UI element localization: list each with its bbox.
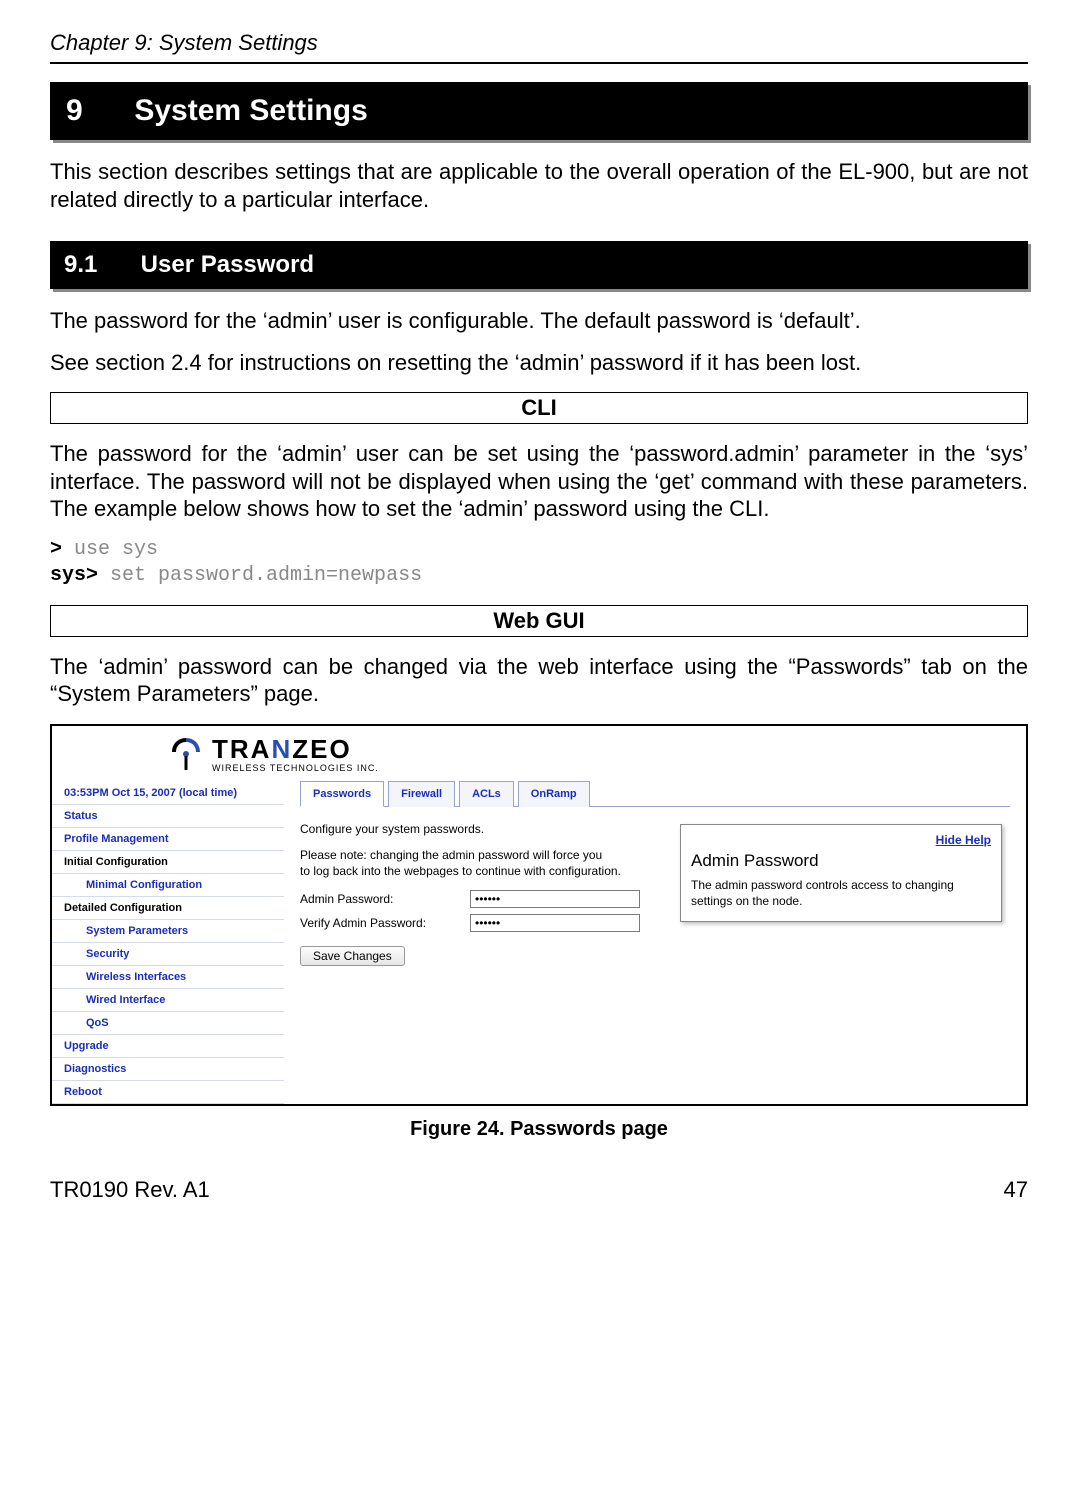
help-title: Admin Password [691, 851, 991, 871]
sidebar-item-minimal[interactable]: Minimal Configuration [52, 874, 284, 897]
logo-post: ZEO [292, 734, 351, 764]
sidebar-item-wireless[interactable]: Wireless Interfaces [52, 966, 284, 989]
save-changes-button[interactable]: Save Changes [300, 946, 405, 966]
sidebar-item-upgrade[interactable]: Upgrade [52, 1035, 284, 1058]
admin-password-label: Admin Password: [300, 892, 470, 906]
tranzeo-logo-icon [166, 734, 206, 774]
section-number: 9.1 [64, 251, 134, 279]
logo-mid: N [271, 734, 292, 764]
cli-command-1: use sys [62, 538, 158, 561]
note-line-1: Please note: changing the admin password… [300, 848, 602, 862]
sidebar-item-wired[interactable]: Wired Interface [52, 989, 284, 1012]
section-heading: 9.1 User Password [50, 241, 1028, 289]
sidebar-item-qos[interactable]: QoS [52, 1012, 284, 1035]
chapter-title: System Settings [134, 94, 367, 127]
cli-prompt-1: > [50, 538, 62, 561]
cli-example: > use sys sys> set password.admin=newpas… [50, 537, 1028, 589]
figure-caption: Figure 24. Passwords page [50, 1118, 1028, 1141]
cli-paragraph: The password for the ‘admin’ user can be… [50, 440, 1028, 523]
footer-right: 47 [1004, 1177, 1028, 1203]
tab-row: Passwords Firewall ACLs OnRamp [300, 780, 1010, 807]
footer-left: TR0190 Rev. A1 [50, 1177, 210, 1203]
tab-passwords[interactable]: Passwords [300, 781, 384, 807]
hide-help-link[interactable]: Hide Help [691, 833, 991, 847]
sidebar-head-detailed: Detailed Configuration [52, 897, 284, 920]
verify-password-input[interactable] [470, 914, 640, 932]
page-footer: TR0190 Rev. A1 47 [50, 1177, 1028, 1203]
tab-onramp[interactable]: OnRamp [518, 781, 590, 807]
tab-acls[interactable]: ACLs [459, 781, 514, 807]
chapter-number: 9 [66, 94, 126, 128]
sidebar-item-diagnostics[interactable]: Diagnostics [52, 1058, 284, 1081]
sidebar: 03:53PM Oct 15, 2007 (local time) Status… [52, 780, 284, 1104]
sidebar-item-reboot[interactable]: Reboot [52, 1081, 284, 1104]
cli-prompt-2: sys> [50, 564, 98, 587]
logo-pre: TRA [212, 734, 271, 764]
intro-paragraph: This section describes settings that are… [50, 158, 1028, 213]
sidebar-head-initial: Initial Configuration [52, 851, 284, 874]
figure-screenshot: TRANZEO WIRELESS TECHNOLOGIES INC. 03:53… [50, 724, 1028, 1106]
main-panel: Passwords Firewall ACLs OnRamp Configure… [284, 780, 1026, 1104]
cli-label: CLI [50, 392, 1028, 424]
sidebar-item-security[interactable]: Security [52, 943, 284, 966]
sidebar-item-status[interactable]: Status [52, 805, 284, 828]
sidebar-item-sysparams[interactable]: System Parameters [52, 920, 284, 943]
webgui-paragraph: The ‘admin’ password can be changed via … [50, 653, 1028, 708]
help-box: Hide Help Admin Password The admin passw… [680, 824, 1002, 922]
verify-password-label: Verify Admin Password: [300, 916, 470, 930]
paragraph-2: See section 2.4 for instructions on rese… [50, 349, 1028, 377]
logo-row: TRANZEO WIRELESS TECHNOLOGIES INC. [52, 726, 1026, 780]
sidebar-item-profile[interactable]: Profile Management [52, 828, 284, 851]
admin-password-input[interactable] [470, 890, 640, 908]
logo-subtitle: WIRELESS TECHNOLOGIES INC. [212, 763, 379, 773]
tab-firewall[interactable]: Firewall [388, 781, 455, 807]
cli-command-2: set password.admin=newpass [98, 564, 422, 587]
chapter-heading: 9 System Settings [50, 82, 1028, 140]
paragraph-1: The password for the ‘admin’ user is con… [50, 307, 1028, 335]
sidebar-time: 03:53PM Oct 15, 2007 (local time) [52, 782, 284, 805]
webgui-label: Web GUI [50, 605, 1028, 637]
help-description: The admin password controls access to ch… [691, 877, 991, 909]
note-line-2: to log back into the webpages to continu… [300, 864, 621, 878]
logo-text: TRANZEO WIRELESS TECHNOLOGIES INC. [212, 734, 379, 773]
section-title: User Password [141, 251, 314, 278]
running-header: Chapter 9: System Settings [50, 30, 1028, 64]
